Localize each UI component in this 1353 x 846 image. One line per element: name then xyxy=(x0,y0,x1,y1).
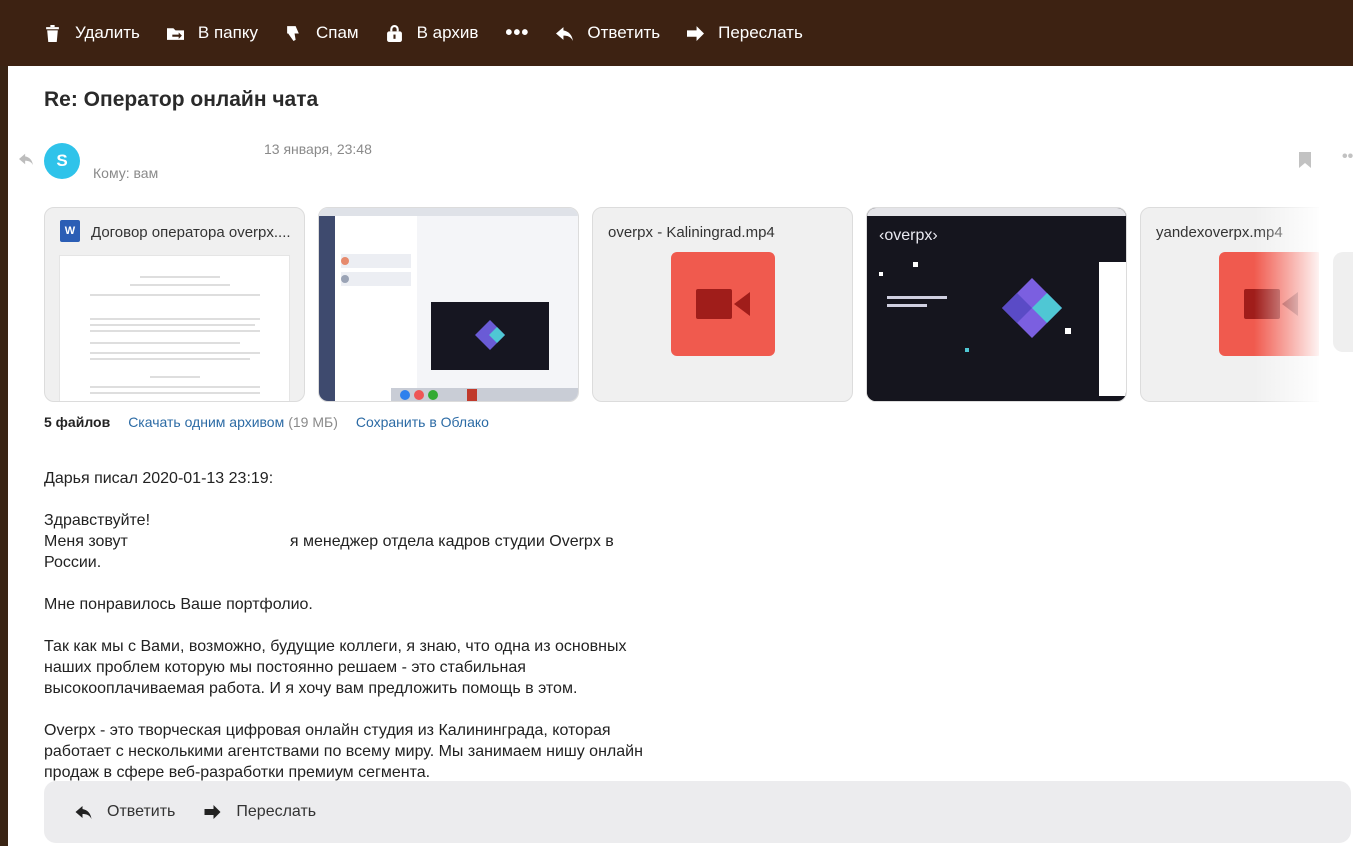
video-file-tile xyxy=(671,252,775,356)
reply-label: Ответить xyxy=(587,23,661,42)
reply-button[interactable]: Ответить xyxy=(556,23,660,43)
archive-lock-icon xyxy=(386,24,402,42)
document-preview xyxy=(59,255,290,401)
message-date: 13 января, 23:48 xyxy=(264,141,372,157)
body-paragraph: Overpx - это творческая цифровая онлайн … xyxy=(44,722,643,781)
attachment-card-video[interactable]: overpx - Kaliningrad.mp4 xyxy=(592,207,853,402)
recipient-line: Кому: вам xyxy=(93,165,159,181)
message-panel: Re: Оператор онлайн чата S 13 января, 23… xyxy=(8,66,1353,846)
intro-role: я менеджер отдела кадров студии Overpx в… xyxy=(44,533,614,571)
attachments-scroll-button[interactable] xyxy=(1333,252,1353,352)
archive-label: В архив xyxy=(416,23,479,42)
message-more-button[interactable]: •• xyxy=(1342,148,1353,166)
intro-name-prefix: Меня зовут xyxy=(44,533,128,550)
spam-button[interactable]: Спам xyxy=(285,23,359,43)
archive-size: (19 МБ) xyxy=(288,414,338,430)
attachment-card-screenshot[interactable]: ‹overpx› xyxy=(866,207,1127,402)
forward-arrow-icon xyxy=(204,805,221,819)
greeting: Здравствуйте! xyxy=(44,512,151,529)
reply-arrow-icon xyxy=(19,153,33,166)
video-camera-icon xyxy=(696,289,750,319)
trash-icon xyxy=(46,24,59,42)
reply-arrow-icon xyxy=(75,806,92,819)
quick-forward-button[interactable]: Переслать xyxy=(203,803,316,821)
quick-forward-label: Переслать xyxy=(236,803,317,820)
replied-indicator xyxy=(18,152,34,171)
svg-text:‹overpx›: ‹overpx› xyxy=(879,227,938,244)
intro-paragraph: Меня зовут я менеджер отдела кадров студи… xyxy=(44,531,654,573)
files-count: 5 файлов xyxy=(44,414,111,430)
attachments-strip: W Договор оператора overpx.... overpx - … xyxy=(44,207,1319,402)
message-toolbar: Удалить В папку Спам В архив ••• Ответит… xyxy=(0,0,1353,66)
move-folder-icon xyxy=(166,27,184,40)
reply-arrow-icon xyxy=(556,26,574,41)
bookmark-button[interactable] xyxy=(1299,152,1311,173)
body-paragraph: Так как мы с Вами, возможно, будущие кол… xyxy=(44,638,627,697)
forward-label: Переслать xyxy=(718,23,803,42)
sender-avatar[interactable]: S xyxy=(44,143,80,179)
bookmark-icon xyxy=(1299,152,1311,168)
word-doc-icon: W xyxy=(60,220,80,242)
screenshot-thumbnail xyxy=(319,208,578,401)
attachment-card-doc[interactable]: W Договор оператора overpx.... xyxy=(44,207,305,402)
body-paragraph: Мне понравилось Ваше портфолио. xyxy=(44,596,313,613)
archive-button[interactable]: В архив xyxy=(386,23,479,43)
attachment-name: overpx - Kaliningrad.mp4 xyxy=(608,224,775,241)
screenshot-thumbnail: ‹overpx› xyxy=(867,208,1126,401)
quick-reply-label: Ответить xyxy=(107,803,176,820)
spam-label: Спам xyxy=(315,23,359,42)
save-to-cloud-link[interactable]: Сохранить в Облако xyxy=(356,414,489,430)
move-to-folder-button[interactable]: В папку xyxy=(166,23,258,43)
forward-arrow-icon xyxy=(687,25,705,41)
message-body: Дарья писал 2020-01-13 23:19: Здравствуй… xyxy=(44,468,654,804)
attachment-card-screenshot[interactable] xyxy=(318,207,579,402)
attachments-summary: 5 файлов Скачать одним архивом (19 МБ) С… xyxy=(44,414,489,430)
download-archive-link[interactable]: Скачать одним архивом xyxy=(128,414,284,430)
attachment-name: Договор оператора overpx.... xyxy=(91,224,291,241)
message-subject: Re: Оператор онлайн чата xyxy=(44,88,319,111)
quick-reply-bar: Ответить Переслать xyxy=(44,781,1351,843)
thumbs-down-icon xyxy=(287,25,299,41)
quote-header: Дарья писал 2020-01-13 23:19: xyxy=(44,470,274,487)
delete-label: Удалить xyxy=(75,23,140,42)
quick-reply-button[interactable]: Ответить xyxy=(74,803,175,821)
move-to-folder-label: В папку xyxy=(197,23,258,42)
more-actions-button[interactable]: ••• xyxy=(505,23,529,43)
delete-button[interactable]: Удалить xyxy=(44,23,140,43)
attachments-fade xyxy=(1254,207,1319,402)
forward-button[interactable]: Переслать xyxy=(687,23,803,43)
